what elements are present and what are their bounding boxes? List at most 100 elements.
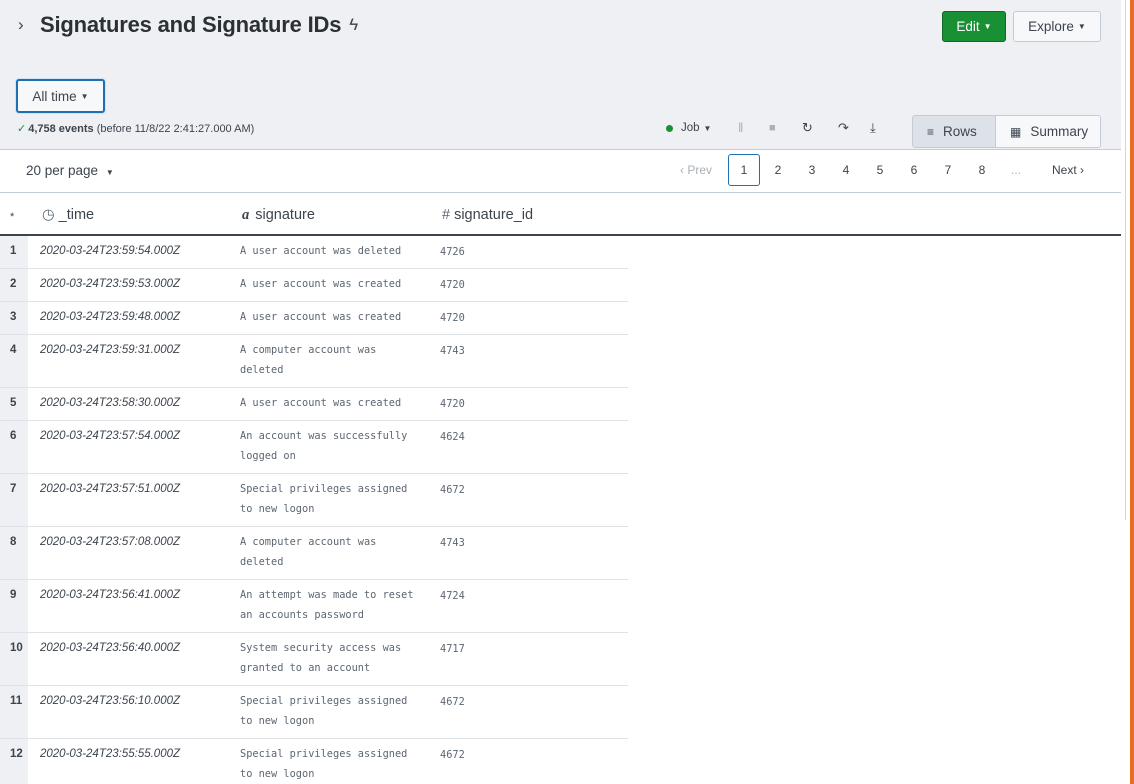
time-cell[interactable]: 2020-03-24T23:59:48.000Z	[40, 311, 180, 323]
table-row: 9 2020-03-24T23:56:41.000Z An attempt wa…	[0, 580, 628, 633]
row-number: 10	[10, 642, 23, 654]
time-cell[interactable]: 2020-03-24T23:58:30.000Z	[40, 397, 180, 409]
signature-cell[interactable]: Special privileges assigned to new logon	[240, 479, 420, 519]
clock-icon: ◷	[42, 207, 55, 223]
row-number: 2	[10, 278, 17, 290]
time-cell[interactable]: 2020-03-24T23:56:10.000Z	[40, 695, 180, 707]
time-cell[interactable]: 2020-03-24T23:56:41.000Z	[40, 589, 180, 601]
signature-id-cell[interactable]: 4672	[440, 696, 465, 708]
signature-cell[interactable]: A user account was deleted	[240, 241, 420, 261]
signature-id-cell[interactable]: 4724	[440, 590, 465, 602]
time-cell[interactable]: 2020-03-24T23:59:54.000Z	[40, 245, 180, 257]
refresh-icon[interactable]: ↻	[802, 120, 813, 136]
row-number: 3	[10, 311, 17, 323]
explore-button[interactable]: Explore ▼	[1013, 11, 1101, 42]
edit-button[interactable]: Edit ▼	[942, 11, 1006, 42]
event-count: 4,758 events	[28, 123, 94, 135]
column-header-signature[interactable]: a signature	[242, 207, 315, 224]
signature-id-cell[interactable]: 4743	[440, 345, 465, 357]
event-time-suffix: (before 11/8/22 2:41:27.000 AM)	[96, 123, 255, 135]
prev-label: Prev	[687, 163, 713, 177]
lightning-icon: ϟ	[349, 15, 359, 34]
signature-id-cell[interactable]: 4672	[440, 749, 465, 761]
signature-cell[interactable]: A computer account was deleted	[240, 340, 420, 380]
rows-view-button[interactable]: ≡ Rows	[913, 116, 996, 147]
signature-id-cell[interactable]: 4624	[440, 431, 465, 443]
page-button-1[interactable]: 1	[728, 154, 760, 186]
time-range-picker[interactable]: All time ▼	[16, 79, 105, 113]
per-page-dropdown[interactable]: 20 per page ▼	[26, 163, 114, 178]
time-cell[interactable]: 2020-03-24T23:57:54.000Z	[40, 430, 180, 442]
page-button-3[interactable]: 3	[796, 154, 828, 186]
event-count-summary: ✓ 4,758 events (before 11/8/22 2:41:27.00…	[17, 122, 254, 135]
page-button-5[interactable]: 5	[864, 154, 896, 186]
signature-cell[interactable]: Special privileges assigned to new logon	[240, 691, 420, 731]
pagination-bar: 20 per page ▼ ‹ Prev 1 2 3 4 5 6 7 8 ...…	[0, 150, 1121, 193]
signature-cell[interactable]: An attempt was made to reset an accounts…	[240, 585, 420, 625]
time-cell[interactable]: 2020-03-24T23:57:51.000Z	[40, 483, 180, 495]
caret-down-icon: ▼	[105, 168, 114, 177]
number-type-icon: #	[442, 207, 451, 223]
string-type-icon: a	[242, 207, 250, 223]
time-cell[interactable]: 2020-03-24T23:56:40.000Z	[40, 642, 180, 654]
time-cell[interactable]: 2020-03-24T23:55:55.000Z	[40, 748, 180, 760]
signature-cell[interactable]: A user account was created	[240, 274, 420, 294]
summary-view-button[interactable]: ▦ Summary	[996, 116, 1100, 147]
scrollbar[interactable]	[1121, 0, 1134, 784]
window-edge	[1130, 0, 1134, 784]
signature-cell[interactable]: A user account was created	[240, 393, 420, 413]
table-row: 5 2020-03-24T23:58:30.000Z A user accoun…	[0, 388, 628, 421]
page-button-2[interactable]: 2	[762, 154, 794, 186]
signature-cell[interactable]: A user account was created	[240, 307, 420, 327]
signature-id-cell[interactable]: 4720	[440, 312, 465, 324]
time-cell[interactable]: 2020-03-24T23:59:53.000Z	[40, 278, 180, 290]
signature-id-cell[interactable]: 4720	[440, 398, 465, 410]
table-row: 3 2020-03-24T23:59:48.000Z A user accoun…	[0, 302, 628, 335]
prev-page-button[interactable]: ‹ Prev	[676, 154, 716, 186]
time-cell[interactable]: 2020-03-24T23:59:31.000Z	[40, 344, 180, 356]
page-button-8[interactable]: 8	[966, 154, 998, 186]
page-title: Signatures and Signature IDs	[40, 12, 342, 37]
stop-icon[interactable]: ■	[769, 122, 776, 134]
signature-cell[interactable]: A computer account was deleted	[240, 532, 420, 572]
time-cell[interactable]: 2020-03-24T23:57:08.000Z	[40, 536, 180, 548]
signature-cell[interactable]: System security access was granted to an…	[240, 638, 420, 678]
signature-cell[interactable]: An account was successfully logged on	[240, 426, 420, 466]
chevron-right-icon: ›	[1076, 163, 1085, 177]
job-menu[interactable]: Job ▼	[666, 122, 711, 134]
signature-id-cell[interactable]: 4743	[440, 537, 465, 549]
chevron-right-icon[interactable]: ›	[18, 15, 40, 35]
page-ellipsis: ...	[1010, 163, 1021, 177]
rows-view-label: Rows	[943, 124, 977, 139]
table-row: 10 2020-03-24T23:56:40.000Z System secur…	[0, 633, 628, 686]
share-icon[interactable]: ↷	[838, 120, 849, 136]
next-page-button[interactable]: Next ›	[1044, 154, 1092, 186]
job-label: Job	[681, 122, 700, 134]
page-button-6[interactable]: 6	[898, 154, 930, 186]
signature-id-cell[interactable]: 4717	[440, 643, 465, 655]
table-row: 7 2020-03-24T23:57:51.000Z Special privi…	[0, 474, 628, 527]
pause-icon[interactable]: ‖	[738, 120, 743, 135]
table-row: 11 2020-03-24T23:56:10.000Z Special priv…	[0, 686, 628, 739]
rows-icon: ≡	[927, 124, 935, 139]
table-header: * ◷ _time a signature # signature_id	[0, 194, 1121, 236]
summary-view-label: Summary	[1030, 124, 1089, 139]
column-header-signature-id[interactable]: # signature_id	[442, 207, 533, 223]
signature-id-cell[interactable]: 4726	[440, 246, 465, 258]
caret-down-icon: ▼	[703, 123, 712, 133]
per-page-label: 20 per page	[26, 163, 99, 178]
view-toggle: ≡ Rows ▦ Summary	[912, 115, 1101, 148]
export-icon[interactable]: ⤓	[870, 120, 876, 136]
row-number: 6	[10, 430, 17, 442]
signature-cell[interactable]: Special privileges assigned to new logon	[240, 744, 420, 784]
caret-down-icon: ▼	[983, 22, 992, 31]
page-button-7[interactable]: 7	[932, 154, 964, 186]
page-button-4[interactable]: 4	[830, 154, 862, 186]
table-row: 12 2020-03-24T23:55:55.000Z Special priv…	[0, 739, 628, 784]
signature-id-cell[interactable]: 4720	[440, 279, 465, 291]
signature-id-cell[interactable]: 4672	[440, 484, 465, 496]
row-number: 7	[10, 483, 17, 495]
column-header-time[interactable]: ◷ _time	[42, 207, 94, 223]
next-label: Next	[1051, 163, 1077, 177]
table-row: 1 2020-03-24T23:59:54.000Z A user accoun…	[0, 236, 628, 269]
